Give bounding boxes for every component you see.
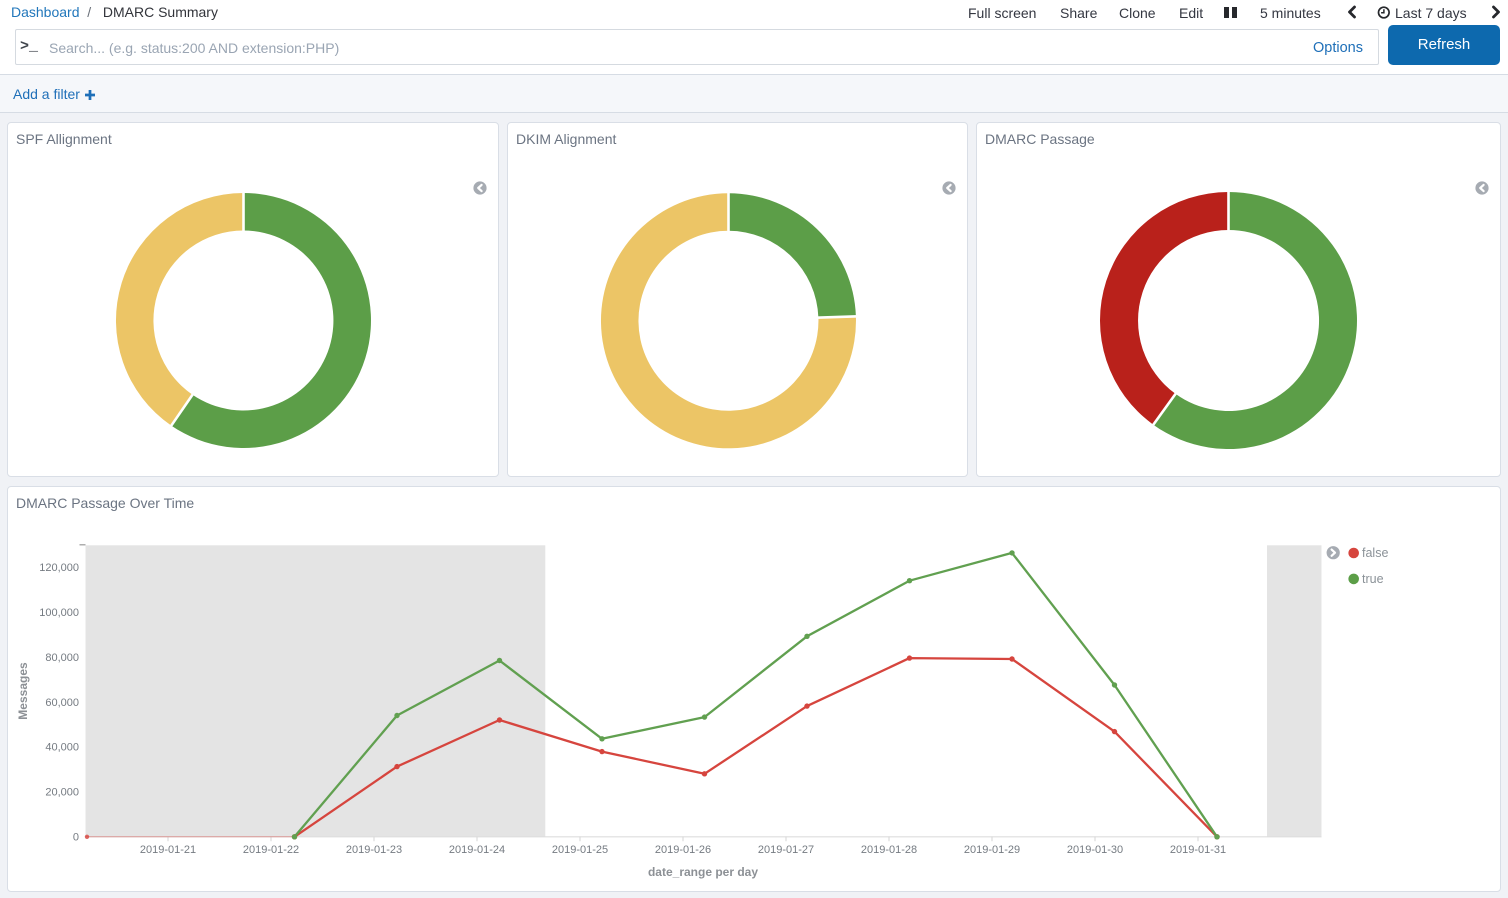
svg-text:2019-01-27: 2019-01-27	[758, 844, 814, 856]
svg-text:2019-01-28: 2019-01-28	[861, 844, 917, 856]
svg-text:2019-01-31: 2019-01-31	[1170, 844, 1226, 856]
svg-text:100,000: 100,000	[39, 607, 79, 619]
svg-text:2019-01-29: 2019-01-29	[964, 844, 1020, 856]
svg-text:false: false	[1362, 546, 1388, 560]
svg-text:2019-01-25: 2019-01-25	[552, 844, 608, 856]
svg-text:0: 0	[73, 831, 79, 843]
svg-text:date_range per day: date_range per day	[648, 865, 758, 879]
svg-text:2019-01-24: 2019-01-24	[449, 844, 505, 856]
svg-text:2019-01-21: 2019-01-21	[140, 844, 196, 856]
svg-text:2019-01-22: 2019-01-22	[243, 844, 299, 856]
svg-text:80,000: 80,000	[45, 652, 79, 664]
svg-text:true: true	[1362, 572, 1384, 586]
svg-text:Messages: Messages	[16, 662, 30, 720]
svg-text:60,000: 60,000	[45, 697, 79, 709]
svg-text:40,000: 40,000	[45, 742, 79, 754]
svg-text:120,000: 120,000	[39, 562, 79, 574]
svg-text:2019-01-30: 2019-01-30	[1067, 844, 1123, 856]
svg-text:20,000: 20,000	[45, 786, 79, 798]
svg-text:2019-01-23: 2019-01-23	[346, 844, 402, 856]
svg-text:2019-01-26: 2019-01-26	[655, 844, 711, 856]
